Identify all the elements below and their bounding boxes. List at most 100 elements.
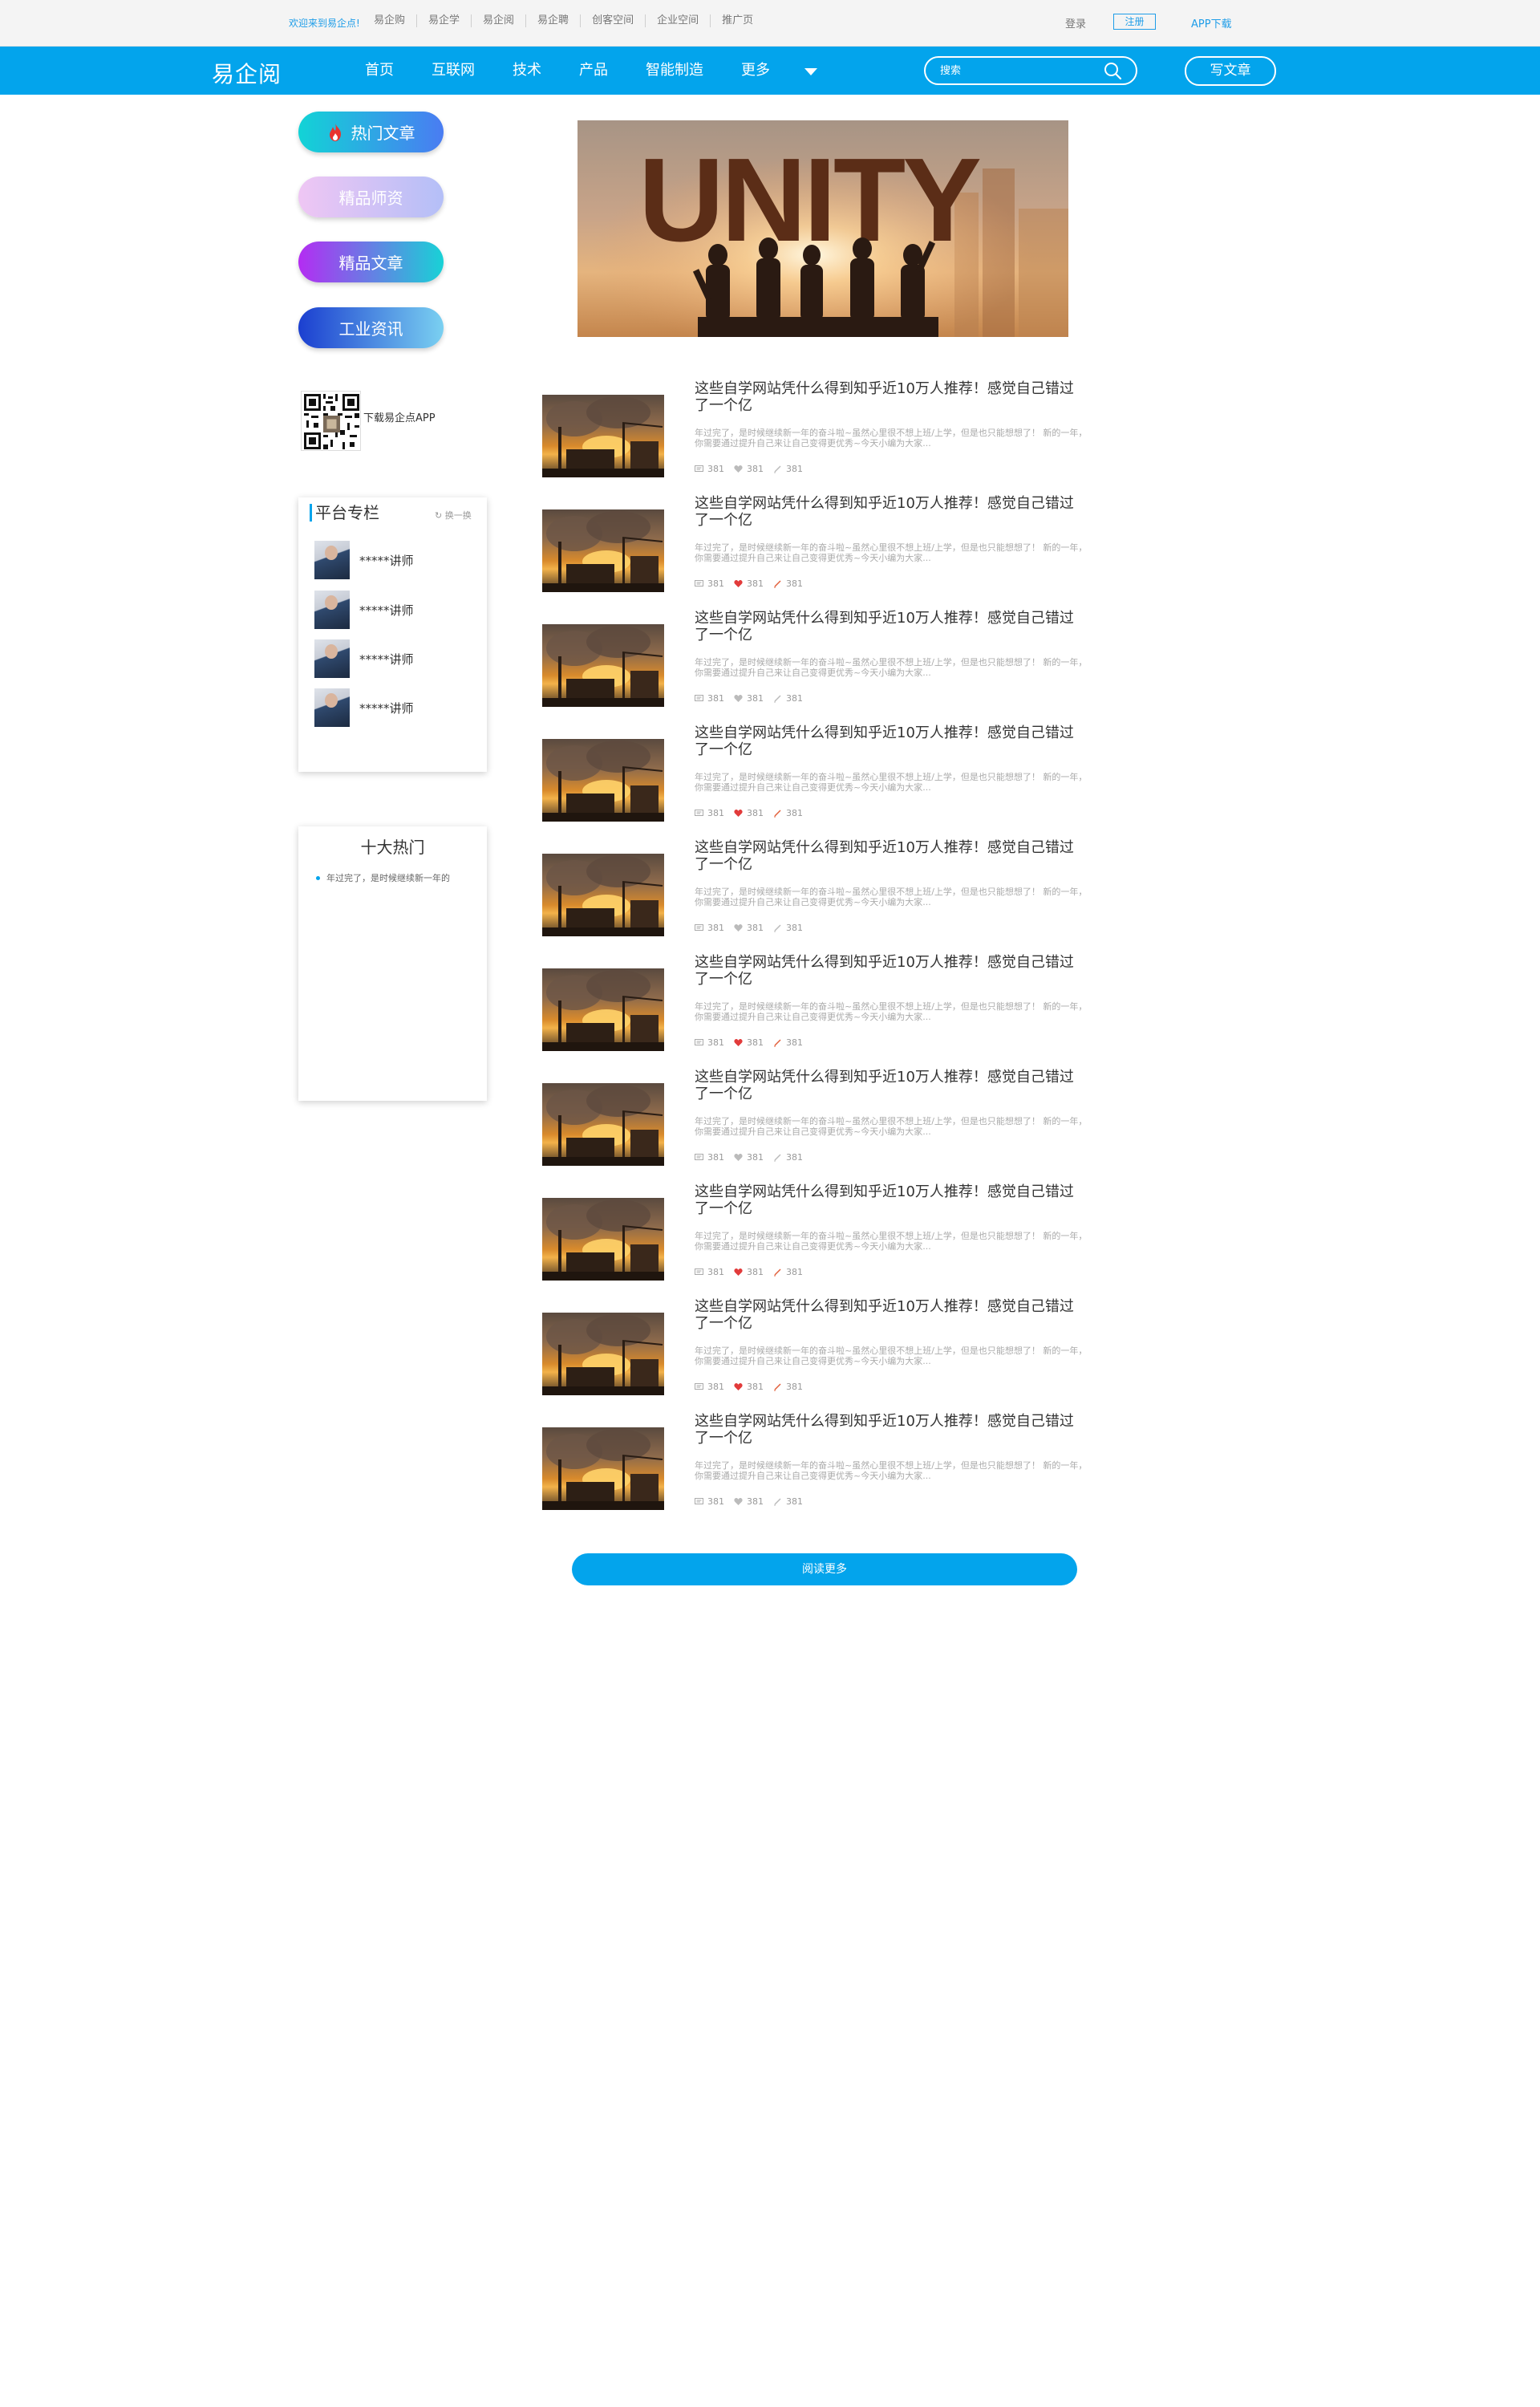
article-title[interactable]: 这些自学网站凭什么得到知乎近10万人推荐！感觉自己错过了一个亿: [695, 839, 1088, 873]
article-thumbnail[interactable]: [542, 968, 664, 1051]
article-thumbnail[interactable]: [542, 624, 664, 707]
top-link-yiqigou[interactable]: 易企购: [363, 14, 416, 27]
site-logo[interactable]: 易企阅: [212, 57, 282, 89]
article-item[interactable]: 这些自学网站凭什么得到知乎近10万人推荐！感觉自己错过了一个亿 年过完了，是时候继…: [542, 1298, 1088, 1395]
top-link-maker-space[interactable]: 创客空间: [580, 14, 645, 27]
comment-count: 381: [695, 923, 724, 933]
article-title[interactable]: 这些自学网站凭什么得到知乎近10万人推荐！感觉自己错过了一个亿: [695, 954, 1088, 988]
comment-count-value: 381: [707, 693, 724, 704]
article-title[interactable]: 这些自学网站凭什么得到知乎近10万人推荐！感觉自己错过了一个亿: [695, 1413, 1088, 1447]
nav-item-product[interactable]: 产品: [579, 61, 608, 80]
article-thumbnail[interactable]: [542, 509, 664, 592]
comment-count: 381: [695, 464, 724, 474]
article-thumbnail[interactable]: [542, 1313, 664, 1395]
article-title[interactable]: 这些自学网站凭什么得到知乎近10万人推荐！感觉自己错过了一个亿: [695, 495, 1088, 529]
teacher-item[interactable]: *****讲师: [314, 541, 414, 579]
teacher-item[interactable]: *****讲师: [314, 591, 414, 629]
like-count[interactable]: 381: [734, 1382, 764, 1392]
article-title[interactable]: 这些自学网站凭什么得到知乎近10万人推荐！感觉自己错过了一个亿: [695, 380, 1088, 414]
search-icon[interactable]: [1104, 62, 1121, 79]
heart-icon: [734, 1498, 743, 1505]
comment-count-value: 381: [707, 1037, 724, 1048]
share-count[interactable]: 381: [773, 808, 803, 818]
top-link-yiqiyue[interactable]: 易企阅: [471, 14, 525, 27]
nav-item-tech[interactable]: 技术: [513, 61, 541, 80]
article-item[interactable]: 这些自学网站凭什么得到知乎近10万人推荐！感觉自己错过了一个亿 年过完了，是时候继…: [542, 1183, 1088, 1281]
register-button[interactable]: 注册: [1113, 14, 1156, 30]
login-link[interactable]: 登录: [1065, 15, 1086, 30]
article-meta: 381 381 381: [695, 464, 813, 474]
article-meta: 381 381 381: [695, 578, 813, 589]
article-title[interactable]: 这些自学网站凭什么得到知乎近10万人推荐！感觉自己错过了一个亿: [695, 725, 1088, 758]
like-count[interactable]: 381: [734, 464, 764, 474]
search-input[interactable]: [940, 63, 1100, 79]
top-link-enterprise-space[interactable]: 企业空间: [645, 14, 710, 27]
nav-item-more[interactable]: 更多: [741, 61, 770, 80]
nav-item-smart-manufacturing[interactable]: 智能制造: [646, 61, 703, 80]
hot-articles-button[interactable]: 热门文章: [298, 112, 444, 152]
chevron-down-icon[interactable]: [804, 68, 817, 75]
article-title[interactable]: 这些自学网站凭什么得到知乎近10万人推荐！感觉自己错过了一个亿: [695, 1069, 1088, 1102]
teacher-item[interactable]: *****讲师: [314, 639, 414, 678]
share-count[interactable]: 381: [773, 923, 803, 933]
hot-list-item[interactable]: 年过完了，是时候继续新一年的: [316, 871, 450, 884]
share-count[interactable]: 381: [773, 1037, 803, 1048]
pen-icon: [774, 1498, 781, 1506]
nav-item-internet[interactable]: 互联网: [432, 61, 475, 80]
article-thumbnail[interactable]: [542, 1198, 664, 1281]
article-thumbnail[interactable]: [542, 1083, 664, 1166]
share-count[interactable]: 381: [773, 693, 803, 704]
article-item[interactable]: 这些自学网站凭什么得到知乎近10万人推荐！感觉自己错过了一个亿年过完了，是时候继…: [542, 839, 1088, 936]
comment-count-value: 381: [707, 1382, 724, 1392]
article-item[interactable]: 这些自学网站凭什么得到知乎近10万人推荐！感觉自己错过了一个亿 年过完了，是时候继…: [542, 725, 1088, 822]
article-title[interactable]: 这些自学网站凭什么得到知乎近10万人推荐！感觉自己错过了一个亿: [695, 1298, 1088, 1332]
top-links: 易企购 易企学 易企阅 易企聘 创客空间 企业空间 推广页: [363, 14, 764, 27]
share-count[interactable]: 381: [773, 578, 803, 589]
share-count-value: 381: [786, 808, 803, 818]
article-thumbnail[interactable]: [542, 739, 664, 822]
article-thumbnail[interactable]: [542, 395, 664, 477]
article-title[interactable]: 这些自学网站凭什么得到知乎近10万人推荐！感觉自己错过了一个亿: [695, 1183, 1088, 1217]
nav-item-home[interactable]: 首页: [365, 61, 394, 80]
refresh-label: 换一换: [444, 510, 472, 521]
article-item[interactable]: 这些自学网站凭什么得到知乎近10万人推荐！感觉自己错过了一个亿 年过完了，是时候继…: [542, 1069, 1088, 1166]
article-summary: 年过完了，是时候继续新一年的奋斗啦~虽然心里很不想上班/上学，但是也只能想想了！…: [695, 887, 1088, 907]
refresh-button[interactable]: ↻ 换一换: [435, 509, 472, 522]
like-count[interactable]: 381: [734, 1037, 764, 1048]
app-download-link[interactable]: APP下载: [1191, 15, 1232, 30]
qr-code: [301, 391, 361, 451]
article-meta: 381 381 381: [695, 1267, 813, 1277]
article-item[interactable]: 这些自学网站凭什么得到知乎近10万人推荐！感觉自己错过了一个亿 年过完了，是时候继…: [542, 495, 1088, 592]
share-count-value: 381: [786, 1152, 803, 1163]
share-count[interactable]: 381: [773, 1496, 803, 1507]
share-count[interactable]: 381: [773, 464, 803, 474]
quality-teachers-button[interactable]: 精品师资: [298, 177, 444, 217]
like-count[interactable]: 381: [734, 693, 764, 704]
article-thumbnail[interactable]: [542, 1427, 664, 1510]
industry-news-button[interactable]: 工业资讯: [298, 307, 444, 348]
like-count[interactable]: 381: [734, 923, 764, 933]
hero-banner[interactable]: UNITY: [578, 120, 1068, 337]
write-article-button[interactable]: 写文章: [1185, 56, 1276, 86]
teacher-item[interactable]: *****讲师: [314, 688, 414, 727]
like-count-value: 381: [747, 693, 764, 704]
share-count[interactable]: 381: [773, 1152, 803, 1163]
read-more-button[interactable]: 阅读更多: [572, 1553, 1077, 1585]
like-count[interactable]: 381: [734, 1152, 764, 1163]
share-count[interactable]: 381: [773, 1382, 803, 1392]
share-count[interactable]: 381: [773, 1267, 803, 1277]
top-link-promotion[interactable]: 推广页: [710, 14, 764, 27]
article-item[interactable]: 这些自学网站凭什么得到知乎近10万人推荐！感觉自己错过了一个亿 年过完了，是时候继…: [542, 1413, 1088, 1510]
like-count[interactable]: 381: [734, 578, 764, 589]
top-link-yiqipin[interactable]: 易企聘: [525, 14, 580, 27]
like-count[interactable]: 381: [734, 1267, 764, 1277]
quality-articles-button[interactable]: 精品文章: [298, 242, 444, 282]
article-item[interactable]: 这些自学网站凭什么得到知乎近10万人推荐！感觉自己错过了一个亿 年过完了，是时候继…: [542, 380, 1088, 477]
article-item[interactable]: 这些自学网站凭什么得到知乎近10万人推荐！感觉自己错过了一个亿 年过完了，是时候继…: [542, 954, 1088, 1051]
article-thumbnail[interactable]: [542, 854, 664, 936]
like-count[interactable]: 381: [734, 1496, 764, 1507]
article-title[interactable]: 这些自学网站凭什么得到知乎近10万人推荐！感觉自己错过了一个亿: [695, 610, 1088, 643]
top-link-yiqixue[interactable]: 易企学: [416, 14, 471, 27]
like-count[interactable]: 381: [734, 808, 764, 818]
article-item[interactable]: 这些自学网站凭什么得到知乎近10万人推荐！感觉自己错过了一个亿 年过完了，是时候继…: [542, 610, 1088, 707]
